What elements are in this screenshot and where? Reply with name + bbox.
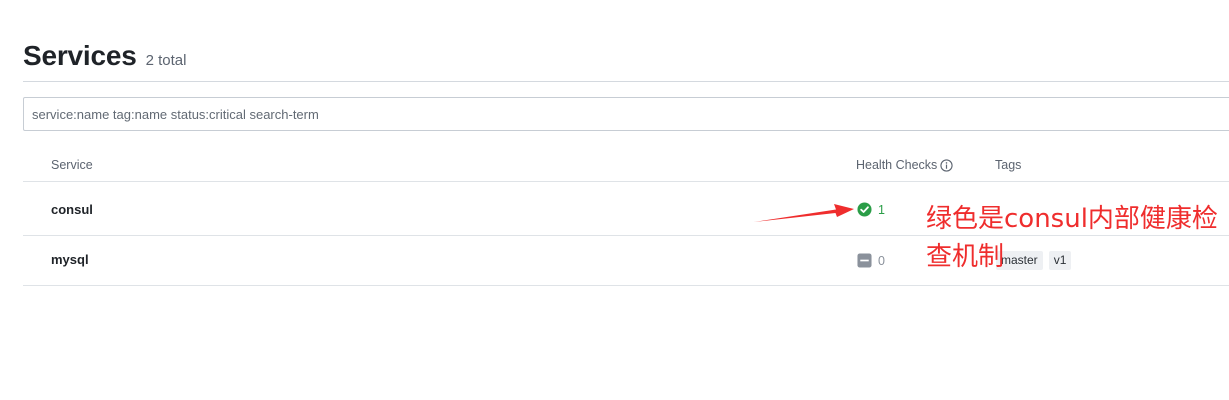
page-title: Services — [23, 40, 137, 71]
annotation-text: 绿色是consul内部健康检查机制 — [926, 204, 1218, 272]
column-header-health-checks: Health Checks — [856, 158, 953, 172]
health-check-consul: 1 — [857, 202, 885, 217]
header-divider — [23, 81, 1229, 82]
minus-square-icon — [857, 253, 872, 268]
page-header: Services 2 total — [23, 40, 187, 72]
service-count: 2 total — [145, 52, 187, 69]
health-checks-label: Health Checks — [856, 158, 938, 172]
health-count-mysql: 0 — [878, 253, 885, 268]
info-circle-icon[interactable] — [940, 158, 953, 172]
check-circle-icon — [857, 202, 872, 217]
health-count-consul: 1 — [878, 202, 885, 217]
table-header-divider — [23, 181, 1229, 182]
column-header-tags: Tags — [995, 158, 1022, 172]
row-divider — [23, 285, 1229, 286]
column-header-service[interactable]: Service — [51, 158, 93, 172]
search-input[interactable] — [23, 97, 1229, 131]
service-name-mysql[interactable]: mysql — [51, 252, 89, 267]
health-check-mysql: 0 — [857, 253, 885, 268]
service-name-consul[interactable]: consul — [51, 202, 93, 217]
